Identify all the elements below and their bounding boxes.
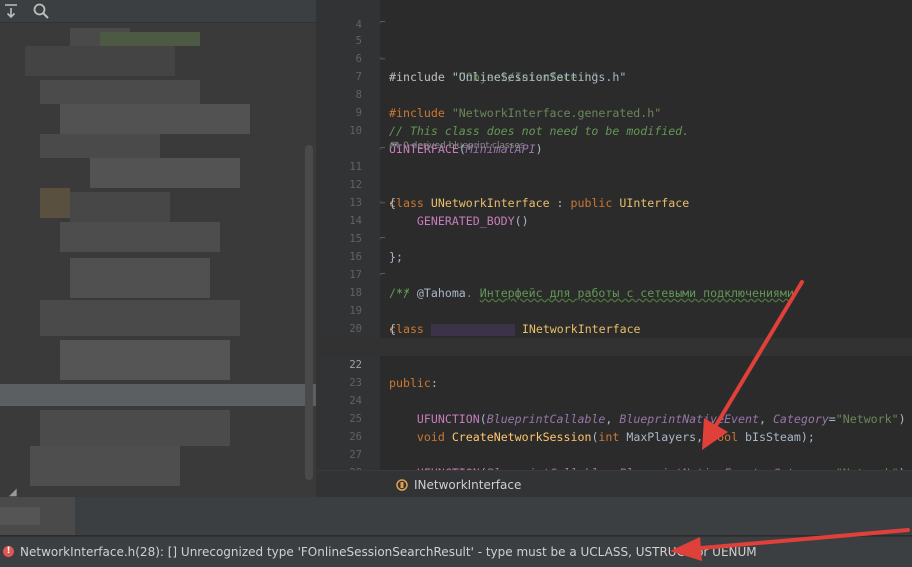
code-line[interactable]: 27 UFUNCTION(BlueprintCallable, Blueprin…: [316, 428, 912, 470]
code-vision-hint[interactable]: 🎮 0 derived blueprint classes: [316, 122, 912, 151]
error-code-line[interactable]: 28 void JoinNetworkSession(FOnlineSessio…: [316, 446, 912, 470]
breadcrumb[interactable]: INetworkInterface: [414, 478, 521, 492]
code-line[interactable]: 8: [316, 68, 912, 101]
error-message[interactable]: NetworkInterface.h(28): [] Unrecognized …: [20, 545, 757, 559]
status-bar: ! NetworkInterface.h(28): [] Unrecognize…: [0, 536, 912, 567]
code-line[interactable]: 23: [316, 356, 912, 389]
project-tree-panel[interactable]: ◢: [0, 0, 316, 497]
fold-icon[interactable]: ⌐: [380, 14, 390, 32]
fold-icon[interactable]: ⌐: [380, 230, 390, 248]
interface-icon: [396, 479, 408, 491]
code-line[interactable]: 26: [316, 410, 912, 443]
code-line[interactable]: 17 */: [316, 248, 912, 300]
code-line[interactable]: 15: [316, 212, 912, 245]
code-line[interactable]: 12 {: [316, 158, 912, 210]
error-icon: !: [3, 546, 14, 557]
tree-scrollbar[interactable]: [305, 145, 313, 480]
collapse-icon[interactable]: [0, 0, 22, 22]
code-line[interactable]: 16 ⌐ /** @Tahoma. Интерфейс для работы с…: [316, 230, 912, 300]
breadcrumb-bar: INetworkInterface: [316, 470, 912, 498]
fold-icon[interactable]: ⌙: [380, 194, 390, 212]
code-line[interactable]: 10 UINTERFACE(MinimalAPI): [316, 104, 912, 156]
code-line[interactable]: 25 void CreateNetworkSession(int MaxPlay…: [316, 392, 912, 444]
fold-icon[interactable]: ⌐: [380, 266, 390, 284]
code-line[interactable]: 5 ⌐ #include "UObject/Interface.h": [316, 14, 912, 84]
code-line[interactable]: 19 {: [316, 284, 912, 336]
search-icon[interactable]: [30, 0, 52, 22]
code-line[interactable]: 18 ⌐ class INetworkInterface: [316, 266, 912, 336]
code-line[interactable]: 6 #include "OnlineSessionSettings.h": [316, 32, 912, 84]
obscured-panel-area: [0, 497, 912, 535]
code-editor[interactable]: 4 5 ⌐ #include "UObject/Interface.h" 6 #…: [316, 0, 912, 470]
resize-handle-icon[interactable]: ◢: [9, 487, 17, 497]
project-toolbar: [0, 0, 316, 23]
code-line[interactable]: 7 ⌙ #include "NetworkInterface.generated…: [316, 50, 912, 120]
code-line[interactable]: 11 ⌐ class UNetworkInterface : public UI…: [316, 140, 912, 210]
fold-icon[interactable]: ⌐: [380, 140, 390, 158]
code-line[interactable]: 14 ⌙ };: [316, 194, 912, 264]
code-line[interactable]: 20 GENERATED_BODY(): [316, 302, 912, 354]
code-line[interactable]: 13 GENERATED_BODY(): [316, 176, 912, 228]
fold-icon[interactable]: ⌙: [380, 50, 390, 68]
current-code-line[interactable]: 22 public:: [316, 338, 912, 390]
code-line[interactable]: 9 // This class does not need to be modi…: [316, 86, 912, 138]
code-line[interactable]: 24 UFUNCTION(BlueprintCallable, Blueprin…: [316, 374, 912, 426]
code-line[interactable]: 21: [316, 320, 912, 353]
